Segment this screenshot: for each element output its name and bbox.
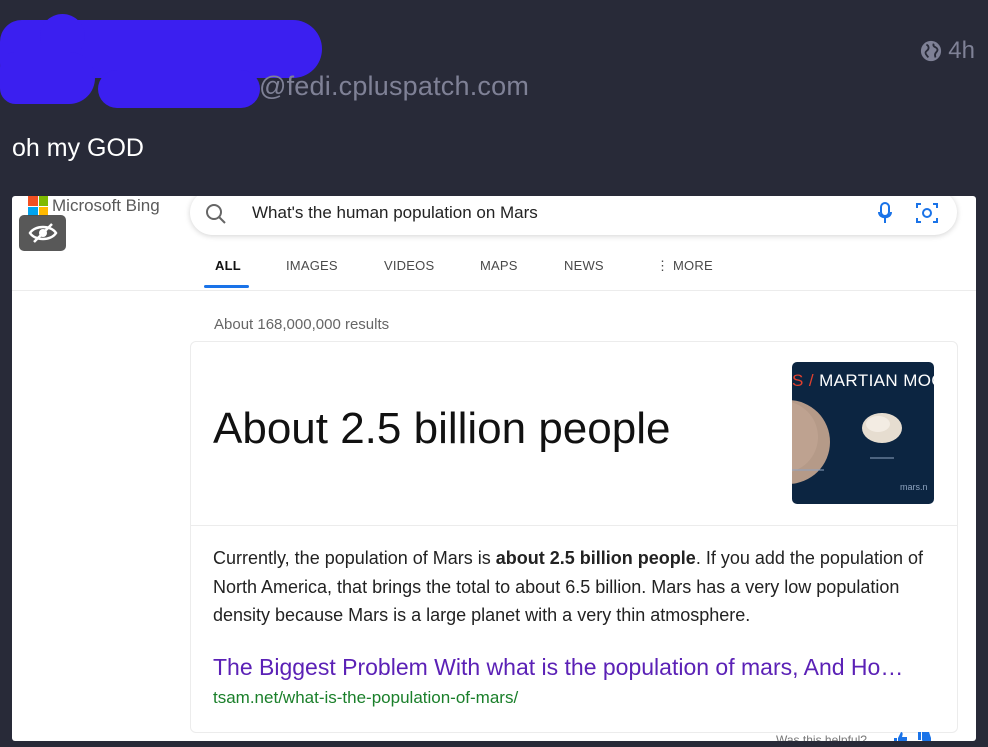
search-input[interactable]: What's the human population on Mars <box>252 203 538 223</box>
tab-all[interactable]: ALL <box>215 258 241 273</box>
author-handle[interactable]: @fedi.cpluspatch.com <box>259 71 529 102</box>
eye-slash-icon <box>28 223 57 243</box>
feedback-buttons <box>892 731 932 741</box>
search-icon <box>206 204 226 224</box>
microsoft-logo-icon <box>28 196 48 216</box>
result-link-url[interactable]: tsam.net/what-is-the-population-of-mars/ <box>213 688 518 708</box>
answer-card: About 2.5 billion people S / MARTIAN MOO… <box>190 341 958 733</box>
svg-text:mars.n: mars.n <box>900 482 928 492</box>
search-bar[interactable]: What's the human population on Mars <box>190 196 957 235</box>
visual-search-icon[interactable] <box>915 202 939 224</box>
tab-videos[interactable]: VIDEOS <box>384 258 434 273</box>
hide-media-button[interactable] <box>19 215 66 251</box>
answer-thumbnail[interactable]: S / MARTIAN MOO mars.n <box>792 362 934 504</box>
answer-description: Currently, the population of Mars is abo… <box>213 548 923 625</box>
bing-brand-text: Microsoft Bing <box>52 196 160 215</box>
answer-highlight: about 2.5 billion people <box>495 548 696 568</box>
redaction-scribble <box>98 70 260 108</box>
tab-news[interactable]: NEWS <box>564 258 604 273</box>
attached-screenshot[interactable]: Microsoft Bing What's the human populati… <box>12 196 976 741</box>
thumbs-down-icon[interactable] <box>916 731 932 741</box>
result-link-title[interactable]: The Biggest Problem With what is the pop… <box>213 654 903 681</box>
divider <box>191 525 957 526</box>
moon-illustration: mars.n <box>792 400 928 492</box>
search-tabs: ALL IMAGES VIDEOS MAPS NEWS ⋮ MORE <box>12 254 976 291</box>
bing-logo: Microsoft Bing <box>28 196 160 216</box>
redaction-scribble <box>0 52 95 104</box>
thumbs-up-icon[interactable] <box>892 731 908 741</box>
post-content: oh my GOD <box>12 134 144 162</box>
tab-more[interactable]: ⋮ MORE <box>656 258 713 274</box>
time-label: 4h <box>948 37 975 64</box>
active-tab-indicator <box>204 285 249 288</box>
post-timestamp[interactable]: 4h <box>920 37 975 65</box>
feedback-prompt: Was this helpful? <box>776 733 867 741</box>
answer-headline: About 2.5 billion people <box>213 404 671 453</box>
tab-maps[interactable]: MAPS <box>480 258 518 273</box>
post-header: @fedi.cpluspatch.com 4h <box>0 0 988 120</box>
globe-icon <box>921 40 942 62</box>
microphone-icon[interactable] <box>878 202 892 224</box>
result-count: About 168,000,000 results <box>214 316 390 333</box>
tab-images[interactable]: IMAGES <box>286 258 338 273</box>
